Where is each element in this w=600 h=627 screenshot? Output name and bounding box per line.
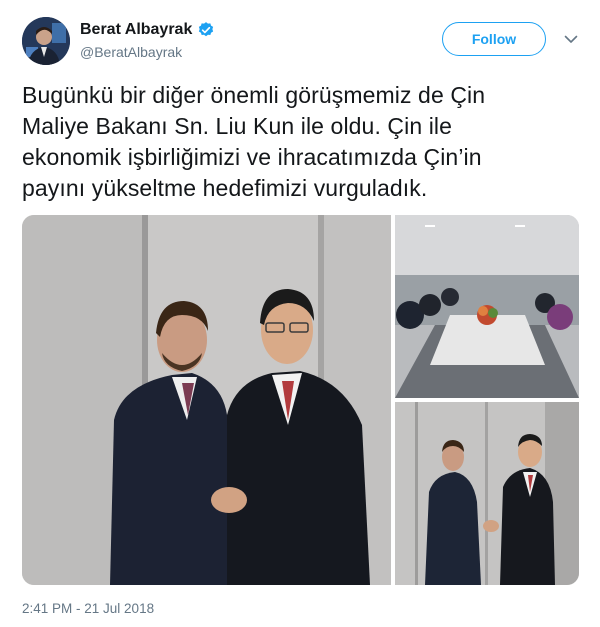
photo-handshake[interactable] — [22, 215, 391, 585]
media-grid — [22, 215, 579, 585]
tweet-text-line: payını yükseltme hedefimizi vurguladık. — [22, 175, 428, 201]
tweet-card: Berat Albayrak @BeratAlbayrak Follow Bug… — [0, 0, 600, 627]
display-name[interactable]: Berat Albayrak — [80, 21, 192, 39]
avatar[interactable] — [22, 17, 70, 65]
tweet-text-line: Bugünkü bir diğer önemli görüşmemiz de Ç… — [22, 82, 486, 108]
avatar-image — [22, 17, 70, 65]
follow-button[interactable]: Follow — [442, 22, 546, 56]
photo-meeting[interactable] — [395, 215, 579, 398]
chevron-down-icon[interactable] — [563, 31, 579, 47]
user-info: Berat Albayrak @BeratAlbayrak — [80, 19, 215, 60]
user-handle[interactable]: @BeratAlbayrak — [80, 44, 215, 60]
tweet-text: Bugünkü bir diğer önemli görüşmemiz de Ç… — [22, 80, 582, 204]
verified-badge-icon — [199, 22, 214, 37]
tweet-text-line: Maliye Bakanı Sn. Liu Kun ile oldu. Çin … — [22, 113, 453, 139]
photo-handshake-wide[interactable] — [395, 402, 579, 585]
tweet-timestamp[interactable]: 2:41 PM - 21 Jul 2018 — [22, 601, 154, 616]
tweet-text-line: ekonomik işbirliğimizi ve ihracatımızda … — [22, 144, 482, 170]
